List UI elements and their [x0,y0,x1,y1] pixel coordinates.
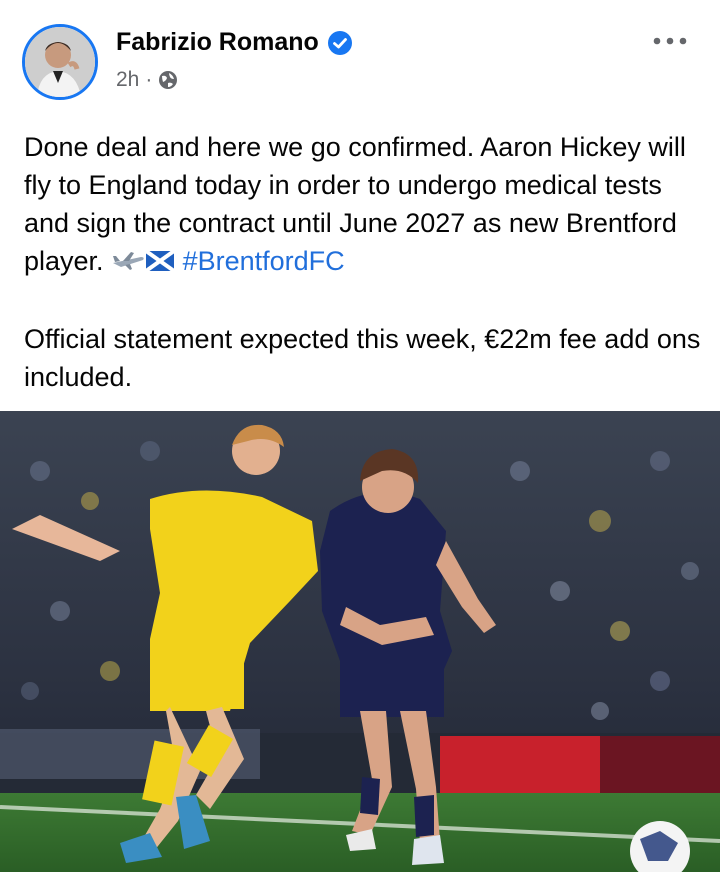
football-match-photo [0,411,720,872]
post-paragraph-1: Done deal and here we go confirmed. Aaro… [24,128,704,282]
airplane-icon [111,244,145,282]
globe-icon [158,70,178,90]
post-meta: 2h · [116,68,178,92]
meta-separator: · [145,68,153,91]
author-row: Fabrizio Romano [116,28,353,57]
more-options-icon [653,37,687,45]
hashtag-link[interactable]: #BrentfordFC [183,246,345,276]
author-name[interactable]: Fabrizio Romano [116,28,319,57]
post-header: Fabrizio Romano 2h · [0,0,720,110]
timestamp[interactable]: 2h [116,68,139,92]
post-photo[interactable] [0,411,720,872]
post-paragraph-2: Official statement expected this week, €… [24,323,701,392]
avatar[interactable] [22,24,98,100]
scotland-flag-icon [144,244,176,282]
avatar-image [25,27,95,97]
post-text: Done deal and here we go confirmed. Aaro… [24,128,704,396]
verified-badge-icon [327,30,353,56]
more-options-button[interactable] [648,26,692,56]
